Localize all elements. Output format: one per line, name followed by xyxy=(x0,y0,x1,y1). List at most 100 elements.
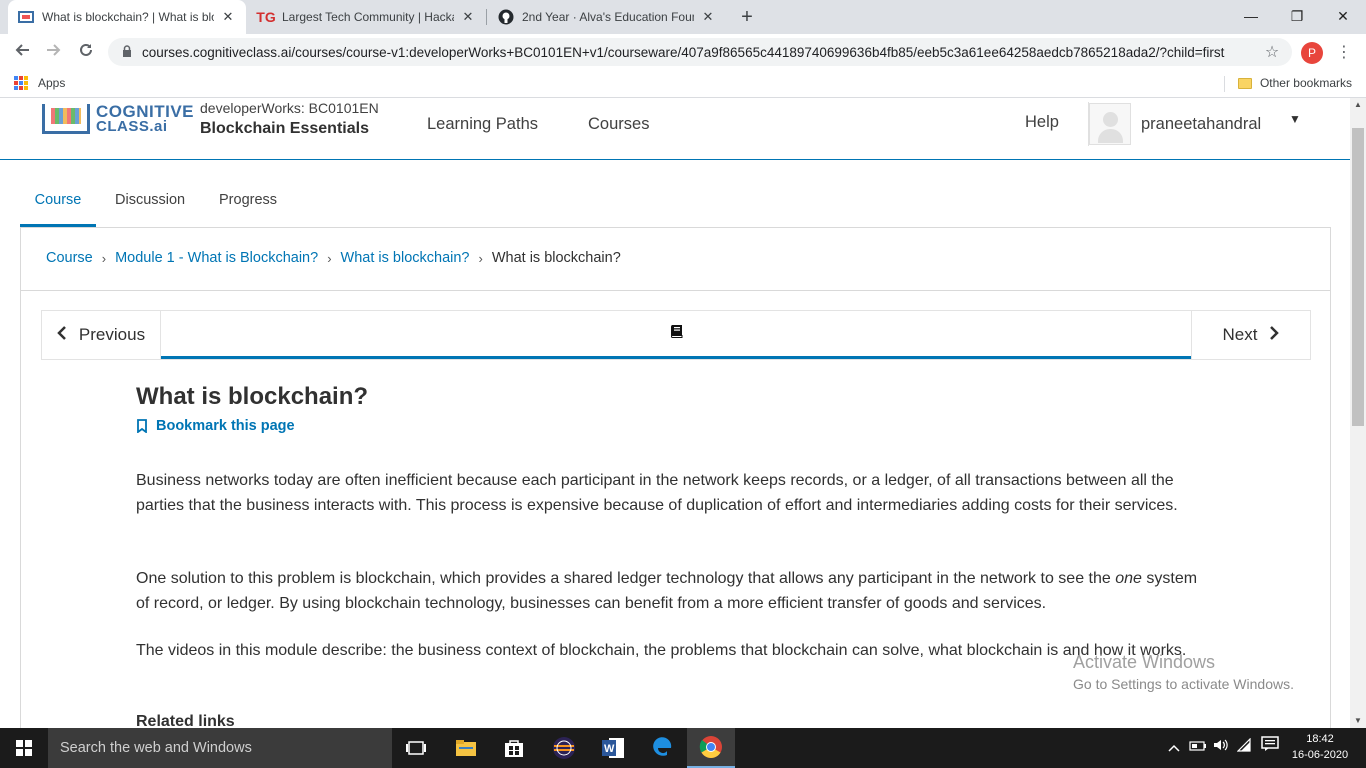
page-scrollbar[interactable]: ▲ ▼ xyxy=(1350,98,1366,728)
chrome-icon[interactable] xyxy=(687,728,735,768)
breadcrumb-course[interactable]: Course xyxy=(46,250,93,266)
clock-date: 16-06-2020 xyxy=(1291,749,1349,761)
browser-tab-strip: What is blockchain? | What is blo ✕ TG L… xyxy=(0,0,1366,34)
breadcrumb-section[interactable]: What is blockchain? xyxy=(341,250,470,266)
scroll-down-icon[interactable]: ▼ xyxy=(1350,714,1366,728)
lock-icon xyxy=(118,44,136,60)
tg-icon: TG xyxy=(256,9,276,25)
related-links-heading: Related links xyxy=(136,713,235,728)
chevron-right-icon: › xyxy=(478,250,483,266)
minimize-button[interactable]: — xyxy=(1228,0,1274,32)
unit-title: What is blockchain? xyxy=(136,383,369,410)
profile-avatar[interactable]: P xyxy=(1301,42,1323,64)
nav-courses[interactable]: Courses xyxy=(588,115,649,134)
scroll-up-icon[interactable]: ▲ xyxy=(1350,98,1366,112)
wifi-icon[interactable] xyxy=(1236,728,1256,768)
file-explorer-icon[interactable] xyxy=(442,728,490,768)
course-code: developerWorks: BC0101EN xyxy=(200,100,379,116)
close-window-button[interactable]: ✕ xyxy=(1320,0,1366,32)
tab-github[interactable]: 2nd Year · Alva's Education Found ✕ xyxy=(488,0,726,34)
activate-windows-watermark: Activate Windows Go to Settings to activ… xyxy=(1073,652,1294,692)
next-label: Next xyxy=(1222,325,1258,344)
edge-icon[interactable] xyxy=(638,728,686,768)
close-tab-icon[interactable]: ✕ xyxy=(700,9,716,25)
watermark-title: Activate Windows xyxy=(1073,652,1216,672)
user-menu[interactable]: praneetahandral ▼ xyxy=(1088,102,1312,146)
paragraph-1: Business networks today are often ineffi… xyxy=(136,472,1178,514)
chevron-right-icon: › xyxy=(101,250,107,266)
system-clock[interactable]: 18:42 16-06-2020 xyxy=(1288,731,1352,763)
user-avatar xyxy=(1089,103,1131,145)
menu-icon[interactable]: ⋮ xyxy=(1334,40,1354,66)
address-bar[interactable]: courses.cognitiveclass.ai/courses/course… xyxy=(108,38,1292,66)
windows-logo-icon xyxy=(16,740,32,756)
tab-progress[interactable]: Progress xyxy=(219,182,277,228)
bookmark-label: Bookmark this page xyxy=(156,418,295,434)
apps-label: Apps xyxy=(38,76,66,90)
new-tab-button[interactable]: + xyxy=(734,4,760,30)
apps-grid-icon xyxy=(14,76,28,90)
svg-text:W: W xyxy=(604,743,615,755)
unit-tab-active[interactable] xyxy=(161,311,1191,359)
breadcrumb-module[interactable]: Module 1 - What is Blockchain? xyxy=(115,250,318,266)
store-icon[interactable] xyxy=(490,728,538,768)
watermark-subtitle: Go to Settings to activate Windows. xyxy=(1073,676,1294,692)
close-tab-icon[interactable]: ✕ xyxy=(220,9,236,25)
bookmarks-divider xyxy=(1224,76,1225,92)
bookmarks-bar: Apps Other bookmarks xyxy=(0,70,1366,98)
chevron-left-icon xyxy=(57,326,67,344)
nav-learning-paths[interactable]: Learning Paths xyxy=(427,115,538,134)
task-view-icon[interactable] xyxy=(392,728,440,768)
tab-separator xyxy=(486,9,487,25)
tab-title: What is blockchain? | What is blo xyxy=(42,10,214,24)
notifications-icon[interactable] xyxy=(1260,728,1280,768)
cognitive-class-logo[interactable]: COGNITIVE CLASS.ai xyxy=(42,102,195,134)
scrollbar-thumb[interactable] xyxy=(1352,128,1364,426)
tab-title: Largest Tech Community | Hackat xyxy=(282,10,454,24)
show-hidden-icons[interactable] xyxy=(1166,728,1182,768)
eclipse-icon[interactable] xyxy=(540,728,588,768)
sequence-navigation: Previous Next xyxy=(41,310,1311,360)
paragraph-3: The videos in this module describe: the … xyxy=(136,642,1187,659)
cognitive-class-icon xyxy=(18,9,34,25)
battery-icon[interactable] xyxy=(1188,728,1208,768)
close-tab-icon[interactable]: ✕ xyxy=(460,9,476,25)
github-icon xyxy=(498,9,514,25)
paragraph-2: One solution to this problem is blockcha… xyxy=(136,566,1211,616)
volume-icon[interactable] xyxy=(1212,728,1232,768)
word-icon[interactable]: W xyxy=(589,728,637,768)
breadcrumb: Course › Module 1 - What is Blockchain? … xyxy=(46,250,621,266)
bookmark-icon xyxy=(137,419,147,433)
maximize-button[interactable]: ❐ xyxy=(1274,0,1320,32)
next-button[interactable]: Next xyxy=(1191,311,1310,359)
tab-course[interactable]: Course xyxy=(20,182,96,228)
tab-title: 2nd Year · Alva's Education Found xyxy=(522,10,694,24)
username: praneetahandral xyxy=(1141,114,1262,133)
web-page: COGNITIVE CLASS.ai developerWorks: BC010… xyxy=(0,98,1350,728)
chevron-right-icon xyxy=(1269,326,1280,344)
tab-hackathon[interactable]: TG Largest Tech Community | Hackat ✕ xyxy=(248,0,486,34)
reload-button[interactable] xyxy=(73,40,99,66)
start-button[interactable] xyxy=(0,728,48,768)
site-header: COGNITIVE CLASS.ai developerWorks: BC010… xyxy=(0,98,1350,160)
taskbar-search[interactable]: Search the web and Windows xyxy=(48,728,392,768)
logo-line1: COGNITIVE xyxy=(96,102,195,121)
book-icon xyxy=(668,323,684,344)
other-bookmarks[interactable]: Other bookmarks xyxy=(1237,76,1352,90)
tab-what-is-blockchain[interactable]: What is blockchain? | What is blo ✕ xyxy=(8,0,246,34)
course-name: Blockchain Essentials xyxy=(200,120,369,137)
back-button[interactable] xyxy=(9,40,35,66)
previous-button[interactable]: Previous xyxy=(42,311,161,359)
apps-bookmark[interactable]: Apps xyxy=(14,76,65,90)
divider xyxy=(21,290,1330,291)
url-text: courses.cognitiveclass.ai/courses/course… xyxy=(142,44,1225,60)
paragraph-2-emphasis: one xyxy=(1115,570,1142,587)
forward-button[interactable] xyxy=(41,40,67,66)
help-link[interactable]: Help xyxy=(1025,113,1059,132)
paragraph-2-text: One solution to this problem is blockcha… xyxy=(136,570,1116,587)
tab-discussion[interactable]: Discussion xyxy=(115,182,185,228)
bookmark-star-icon[interactable]: ☆ xyxy=(1260,42,1284,62)
caret-down-icon[interactable]: ▼ xyxy=(1289,112,1301,126)
folder-icon xyxy=(1237,77,1252,89)
bookmark-page-button[interactable]: Bookmark this page xyxy=(136,418,295,434)
